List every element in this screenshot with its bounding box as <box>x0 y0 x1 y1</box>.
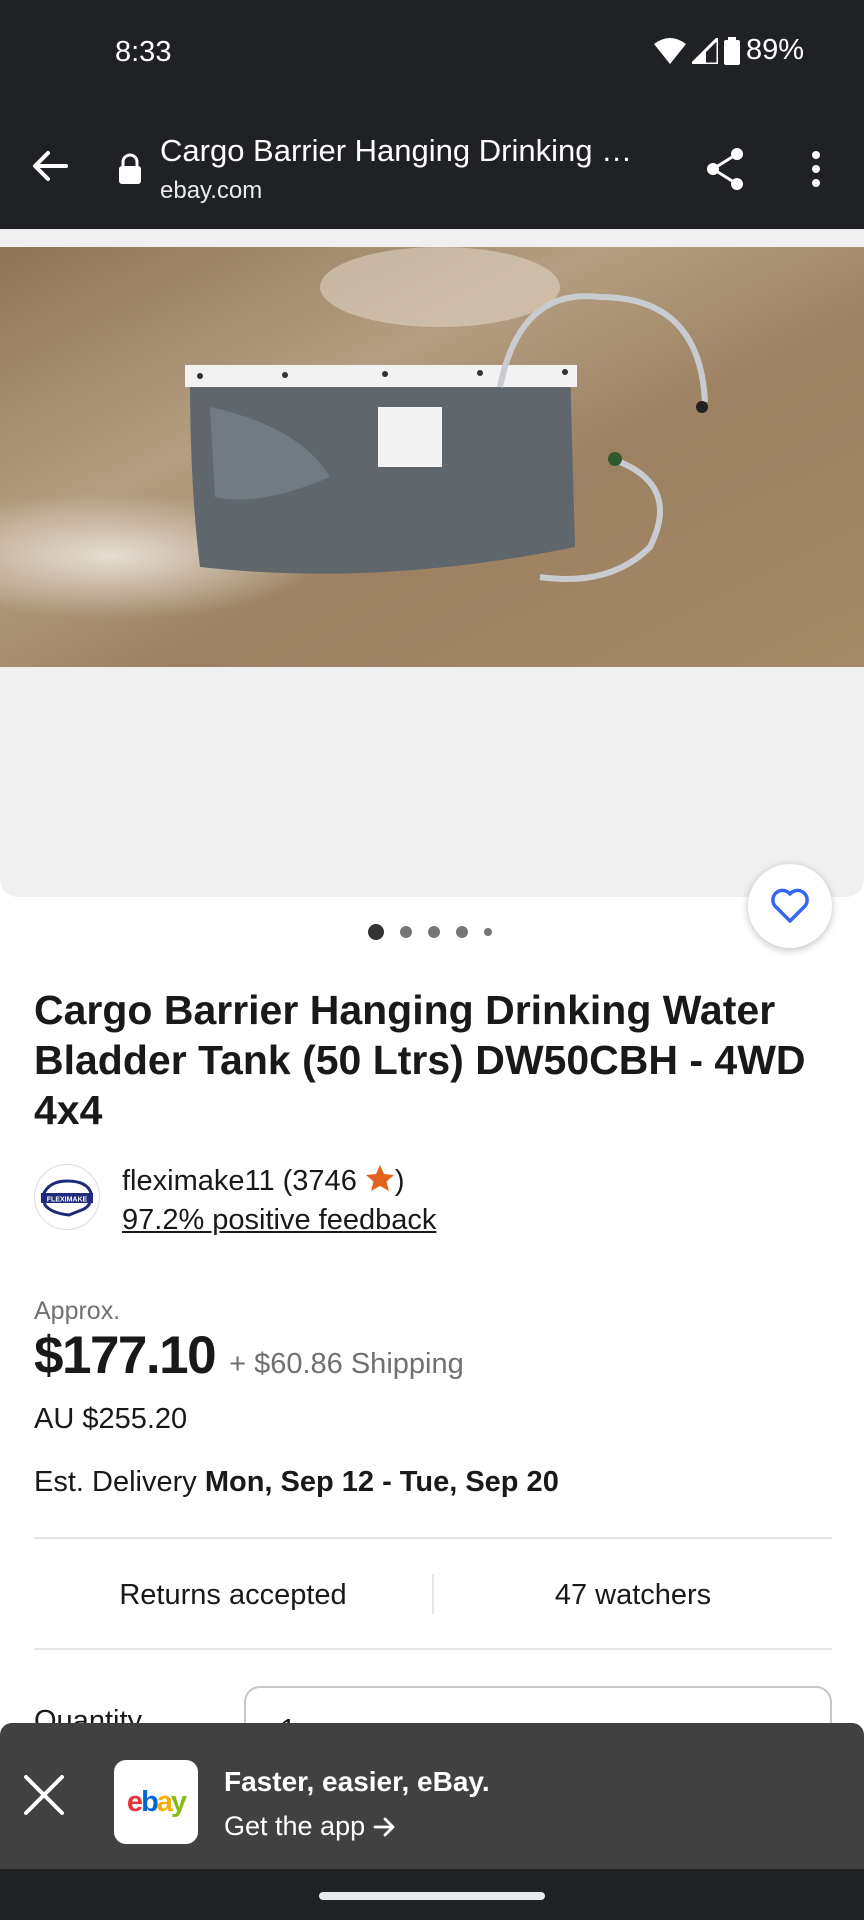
logo-letter: b <box>141 1785 159 1818</box>
pagination-dot[interactable] <box>428 926 440 938</box>
divider <box>34 1648 832 1650</box>
price-row: $177.10 + $60.86 Shipping <box>34 1325 464 1386</box>
get-app-link[interactable]: Get the app <box>224 1811 397 1842</box>
image-gallery[interactable] <box>0 247 864 897</box>
price: $177.10 <box>34 1326 217 1385</box>
divider <box>34 1537 832 1539</box>
star-icon <box>365 1165 394 1191</box>
watchers-count: 47 watchers <box>554 1578 712 1611</box>
shipping-cost: + $60.86 Shipping <box>229 1348 464 1380</box>
arrow-right-icon <box>373 1817 395 1836</box>
app-banner-headline: Faster, easier, eBay. <box>224 1766 490 1797</box>
approx-label: Approx. <box>34 1297 121 1325</box>
pagination-dot-active[interactable] <box>368 924 384 940</box>
ebay-logo[interactable]: ebay <box>114 1760 198 1844</box>
more-options-icon[interactable] <box>800 145 832 193</box>
heart-icon <box>771 888 809 923</box>
delivery-label: Est. Delivery <box>34 1466 197 1498</box>
page-title[interactable]: Cargo Barrier Hanging Drinking … <box>160 133 660 169</box>
status-time: 8:33 <box>115 36 172 68</box>
returns-info[interactable]: Returns accepted <box>34 1540 432 1650</box>
gallery-pagination <box>368 924 492 940</box>
item-title: Cargo Barrier Hanging Drinking Water Bla… <box>34 987 806 1133</box>
system-navigation-bar <box>0 1869 864 1920</box>
logo-letter: e <box>126 1785 143 1818</box>
pagination-dot[interactable] <box>456 926 468 938</box>
seller-name-text[interactable]: fleximake11 (3746 <box>122 1165 357 1197</box>
page-domain[interactable]: ebay.com <box>160 177 262 205</box>
back-arrow-icon[interactable] <box>28 143 74 189</box>
seller-name[interactable]: fleximake11 (3746 ) <box>122 1164 405 1198</box>
seller-logo-text: FLEXIMAKE <box>47 1197 88 1204</box>
seller-feedback-link[interactable]: 97.2% positive feedback <box>122 1204 436 1237</box>
logo-letter: a <box>156 1785 173 1818</box>
browser-toolbar: Cargo Barrier Hanging Drinking … ebay.co… <box>0 105 864 229</box>
close-icon[interactable] <box>22 1773 66 1817</box>
home-gesture-handle[interactable] <box>319 1892 545 1900</box>
seller-name-suffix: ) <box>394 1165 405 1197</box>
au-price: AU $255.20 <box>34 1403 188 1435</box>
watch-heart-button[interactable] <box>748 864 832 948</box>
pagination-dot[interactable] <box>484 928 492 936</box>
status-icons: 89% <box>653 34 804 67</box>
page-top-strip <box>0 229 864 247</box>
info-row: Returns accepted 47 watchers <box>34 1540 832 1650</box>
battery-percent: 89% <box>745 34 804 66</box>
logo-letter: y <box>170 1785 187 1818</box>
battery-icon <box>723 36 740 65</box>
estimated-delivery: Est. Delivery Mon, Sep 12 - Tue, Sep 20 <box>34 1466 559 1499</box>
seller-info[interactable]: FLEXIMAKE fleximake11 (3746 ) 97.2% posi… <box>34 1164 834 1237</box>
delivery-dates: Mon, Sep 12 - Tue, Sep 20 <box>204 1466 559 1498</box>
pagination-dot[interactable] <box>400 926 412 938</box>
lock-icon[interactable] <box>116 153 144 185</box>
product-image[interactable] <box>0 247 864 667</box>
status-bar: 8:33 89% <box>0 0 864 105</box>
app-install-banner[interactable]: ebay Faster, easier, eBay. Get the app <box>0 1723 864 1869</box>
seller-avatar[interactable]: FLEXIMAKE <box>34 1164 100 1230</box>
cellular-signal-icon <box>691 37 718 64</box>
share-icon[interactable] <box>702 145 750 193</box>
wifi-icon <box>653 37 686 64</box>
get-app-text[interactable]: Get the app <box>224 1811 365 1842</box>
